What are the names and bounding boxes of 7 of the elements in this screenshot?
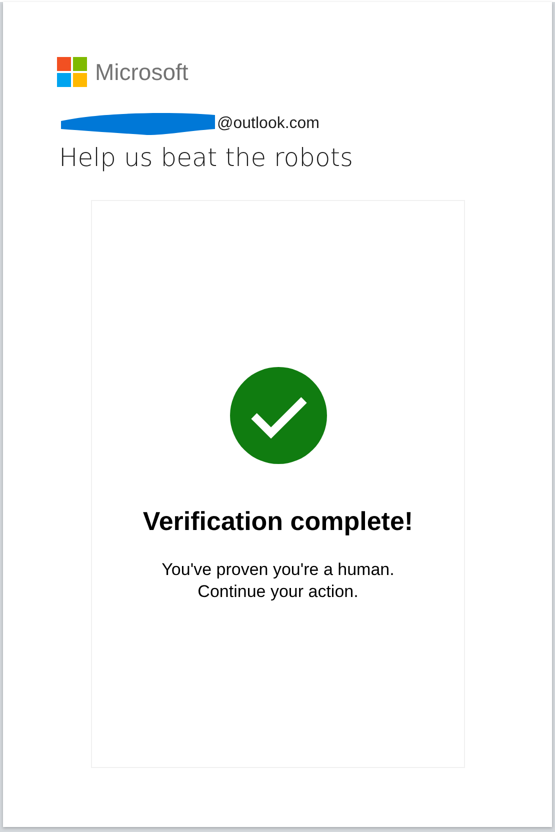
logo-icon [57, 57, 87, 87]
page-heading: Help us beat the robots [59, 143, 354, 172]
verification-message: Continue your action. [198, 581, 358, 603]
verification-message: You've proven you're a human. [162, 559, 394, 581]
logo-text: Microsoft [95, 58, 188, 86]
verification-title: Verification complete! [142, 506, 414, 537]
account-email: @outlook.com [217, 115, 320, 133]
